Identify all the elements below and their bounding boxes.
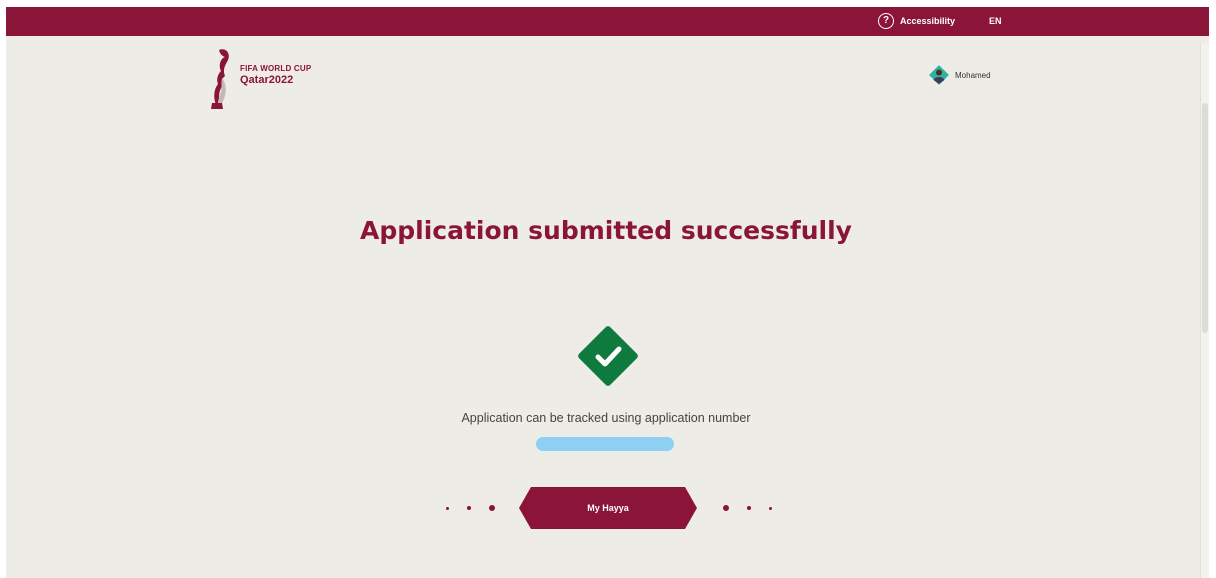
my-hayya-button[interactable]: My Hayya bbox=[519, 487, 697, 529]
decorative-dot bbox=[446, 507, 449, 510]
user-name: Mohamed bbox=[955, 70, 991, 80]
logo-text: FIFA WORLD CUP Qatar2022 bbox=[240, 65, 311, 86]
accessibility-link[interactable]: ? Accessibility bbox=[878, 11, 955, 31]
decorative-dot bbox=[769, 507, 772, 510]
language-switch[interactable]: EN bbox=[989, 11, 1002, 31]
accessibility-icon: ? bbox=[878, 13, 894, 29]
page: ? Accessibility EN FIFA WORLD CUP Qatar2… bbox=[6, 7, 1209, 578]
success-check-icon bbox=[578, 326, 638, 386]
accessibility-label: Accessibility bbox=[900, 16, 956, 26]
tracking-message-text: Application can be tracked using applica… bbox=[461, 411, 751, 425]
page-title: Application submitted successfully bbox=[360, 216, 852, 245]
scrollbar-thumb[interactable] bbox=[1202, 103, 1208, 333]
trophy-icon bbox=[211, 49, 229, 109]
decorative-dot bbox=[467, 506, 471, 510]
decorative-dot bbox=[723, 505, 729, 511]
avatar-icon bbox=[929, 65, 949, 85]
user-menu[interactable]: Mohamed bbox=[928, 64, 991, 86]
tracking-message: Application can be tracked using applica… bbox=[436, 406, 776, 456]
logo-line-2: Qatar2022 bbox=[240, 74, 294, 86]
logo-line-1: FIFA WORLD CUP bbox=[240, 64, 312, 73]
top-bar: ? Accessibility EN bbox=[6, 7, 1209, 36]
primary-action-area: My Hayya bbox=[436, 487, 776, 529]
application-number-redacted bbox=[535, 436, 674, 451]
decorative-dot bbox=[747, 506, 751, 510]
fifa-world-cup-logo[interactable]: FIFA WORLD CUP Qatar2022 bbox=[210, 47, 311, 111]
vertical-scrollbar[interactable] bbox=[1200, 43, 1209, 578]
decorative-dot bbox=[489, 505, 495, 511]
